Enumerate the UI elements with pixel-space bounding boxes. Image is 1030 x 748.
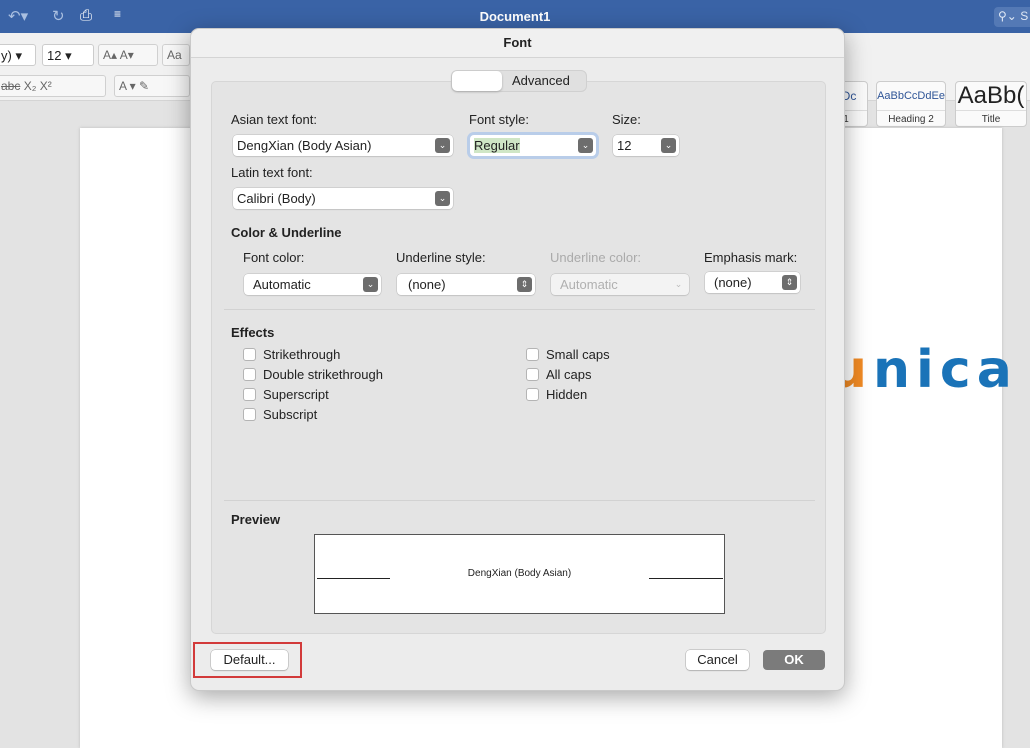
emphasis-mark-label: Emphasis mark:	[704, 250, 798, 265]
superscript-checkbox[interactable]: Superscript	[243, 387, 329, 402]
chevron-down-icon: ⌄	[435, 191, 450, 206]
font-panel: Asian text font: DengXian (Body Asian) ⌄ …	[211, 81, 826, 634]
emphasis-mark-select[interactable]: (none) ⇕	[705, 272, 800, 293]
baseline-right	[649, 578, 723, 579]
highlight-box	[193, 642, 302, 678]
strikethrough-sub-super-buttons[interactable]: abc X₂ X²	[0, 75, 106, 97]
small-caps-checkbox[interactable]: Small caps	[526, 347, 610, 362]
strikethrough-checkbox[interactable]: Strikethrough	[243, 347, 340, 362]
color-underline-heading: Color & Underline	[231, 225, 342, 240]
chevron-down-icon: ⌄	[435, 138, 450, 153]
checkbox[interactable]	[243, 368, 256, 381]
font-color-select[interactable]: Automatic ⌄	[244, 274, 381, 295]
hidden-checkbox[interactable]: Hidden	[526, 387, 587, 402]
preview-box: DengXian (Body Asian)	[314, 534, 725, 614]
up-down-chevron-icon: ⇕	[782, 275, 797, 290]
cancel-button[interactable]: Cancel	[686, 650, 749, 670]
chevron-down-icon: ⌄	[578, 138, 593, 153]
divider	[224, 500, 815, 501]
checkbox[interactable]	[526, 348, 539, 361]
ok-button[interactable]: OK	[763, 650, 825, 670]
underline-color-select: Automatic ⌄	[551, 274, 689, 295]
checkbox[interactable]	[243, 388, 256, 401]
grow-shrink-font-buttons[interactable]: A▴ A▾	[98, 44, 158, 66]
font-style-label: Font style:	[469, 112, 529, 127]
effects-heading: Effects	[231, 325, 275, 340]
preview-heading: Preview	[231, 512, 281, 527]
dialog-title: Font	[191, 29, 844, 58]
asian-font-select[interactable]: DengXian (Body Asian) ⌄	[233, 135, 453, 156]
underline-color-label: Underline color:	[550, 250, 642, 265]
latin-font-select[interactable]: Calibri (Body) ⌄	[233, 188, 453, 209]
font-name-box[interactable]: y) ▾	[0, 44, 36, 66]
up-down-chevron-icon: ⇕	[517, 277, 532, 292]
font-color-label: Font color:	[243, 250, 305, 265]
text-effects-highlight-buttons[interactable]: A ▾ ✎	[114, 75, 190, 97]
checkbox[interactable]	[526, 388, 539, 401]
change-case-button[interactable]: Aa	[162, 44, 190, 66]
chevron-down-icon: ⌄	[363, 277, 378, 292]
font-size-box[interactable]: 12 ▾	[42, 44, 94, 66]
divider	[224, 309, 815, 310]
font-style-select[interactable]: Regular ⌄	[470, 135, 596, 156]
asian-font-label: Asian text font:	[231, 112, 317, 127]
font-dialog: Font Asian text font: DengXian (Body Asi…	[190, 28, 845, 691]
underline-style-label: Underline style:	[396, 250, 486, 265]
subscript-checkbox[interactable]: Subscript	[243, 407, 317, 422]
double-strikethrough-checkbox[interactable]: Double strikethrough	[243, 367, 383, 382]
underline-style-select[interactable]: (none) ⇕	[397, 274, 535, 295]
size-select[interactable]: 12 ⌄	[613, 135, 679, 156]
chevron-down-icon: ⌄	[661, 138, 676, 153]
checkbox[interactable]	[243, 408, 256, 421]
size-label: Size:	[612, 112, 641, 127]
checkbox[interactable]	[526, 368, 539, 381]
style-title[interactable]: AaBb(Title	[955, 81, 1027, 127]
checkbox[interactable]	[243, 348, 256, 361]
latin-font-label: Latin text font:	[231, 165, 313, 180]
tab-bar: Advanced	[451, 70, 587, 92]
all-caps-checkbox[interactable]: All caps	[526, 367, 592, 382]
tab-font[interactable]	[452, 71, 502, 91]
chevron-down-icon: ⌄	[674, 279, 683, 289]
tab-advanced[interactable]: Advanced	[512, 73, 570, 88]
search-icon: ⚲⌄	[998, 9, 1021, 23]
search-box[interactable]: ⚲⌄ S	[994, 7, 1030, 27]
window-title: Document1	[479, 9, 551, 24]
unica-logo: unica	[830, 340, 1018, 400]
style-heading-2[interactable]: AaBbCcDdEe Heading 2	[876, 81, 946, 127]
